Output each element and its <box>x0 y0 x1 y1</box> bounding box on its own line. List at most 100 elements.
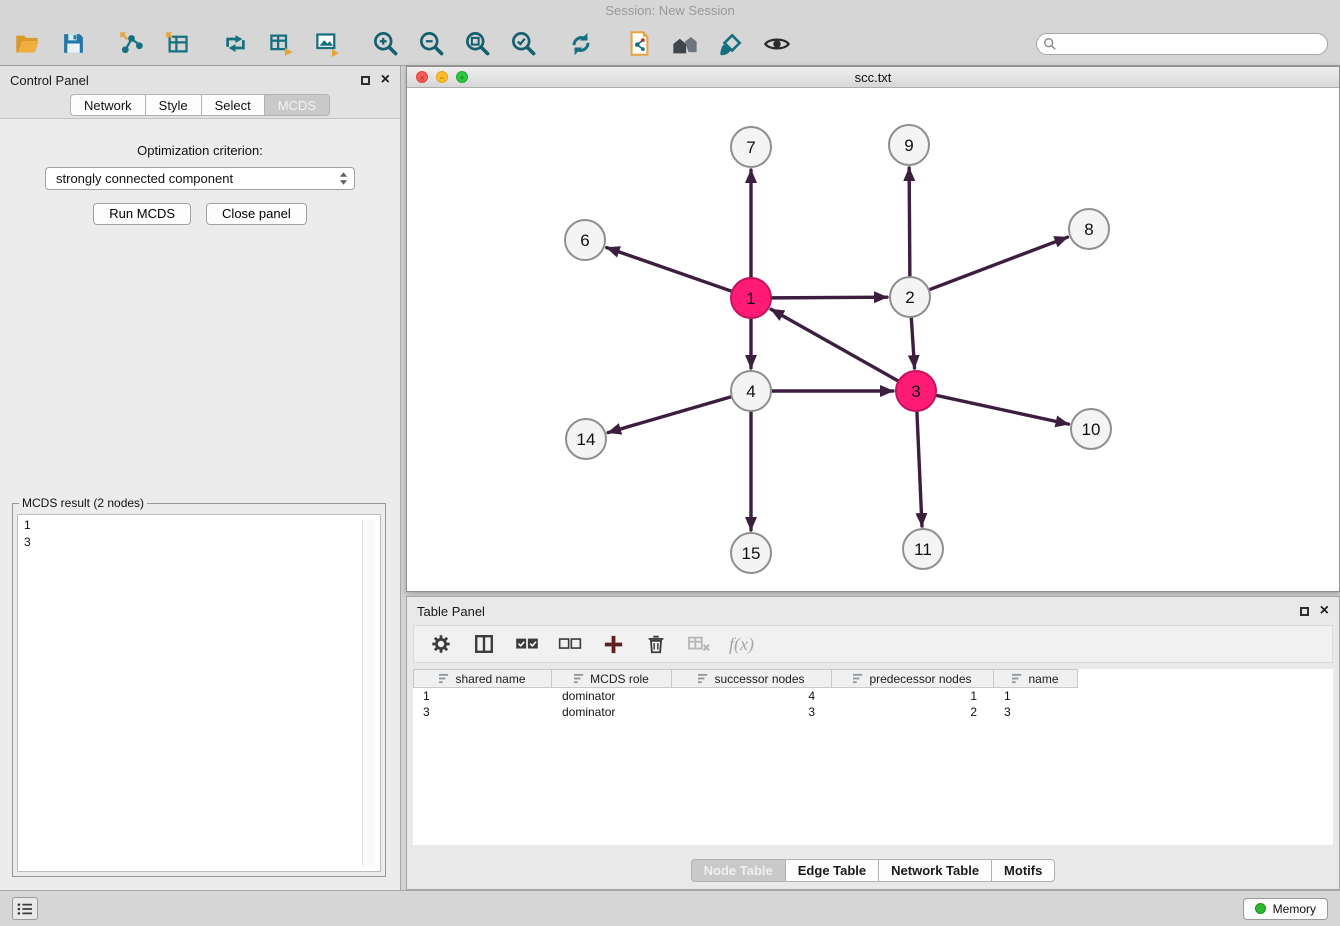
tab-edge-table[interactable]: Edge Table <box>785 859 878 882</box>
table-cell[interactable]: 4 <box>672 688 832 704</box>
table-cell[interactable]: 2 <box>832 704 994 720</box>
graph-edge-2-3[interactable] <box>911 318 914 368</box>
zoom-fit-button[interactable] <box>462 29 492 59</box>
criterion-select-value: strongly connected component <box>56 171 233 186</box>
close-panel-button[interactable]: Close panel <box>206 203 307 225</box>
show-details-button[interactable] <box>762 29 792 59</box>
graph-node-3[interactable]: 3 <box>896 371 936 411</box>
import-network-icon <box>118 30 145 57</box>
delete-table-button[interactable] <box>686 631 712 657</box>
search-input[interactable] <box>1036 33 1328 55</box>
apply-layout-button[interactable] <box>566 29 596 59</box>
tab-style[interactable]: Style <box>145 94 201 116</box>
node-label: 1 <box>746 289 755 308</box>
graph-edge-4-14[interactable] <box>608 397 731 433</box>
mcds-tab-content: Optimization criterion: strongly connect… <box>0 118 400 890</box>
graph-node-11[interactable]: 11 <box>903 529 943 569</box>
table-cell[interactable]: 1 <box>832 688 994 704</box>
column-header-MCDS-role[interactable]: MCDS role <box>552 669 672 688</box>
save-session-button[interactable] <box>58 29 88 59</box>
table-cell[interactable]: 3 <box>672 704 832 720</box>
graph-edge-1-6[interactable] <box>607 248 731 291</box>
new-network-button[interactable] <box>220 29 250 59</box>
close-table-panel-icon[interactable]: × <box>1320 605 1329 617</box>
float-table-panel-icon[interactable] <box>1300 607 1309 616</box>
select-all-columns-button[interactable] <box>514 631 540 657</box>
column-header-successor-nodes[interactable]: successor nodes <box>672 669 832 688</box>
graph-edge-1-2[interactable] <box>772 297 887 298</box>
graph-node-1[interactable]: 1 <box>731 278 771 318</box>
table-cell[interactable]: dominator <box>552 688 672 704</box>
tab-node-table[interactable]: Node Table <box>691 859 785 882</box>
mcds-result-list[interactable]: 13 <box>17 514 381 872</box>
clone-network-button[interactable] <box>624 29 654 59</box>
network-view-window: × − + scc.txt 7 9 6 8 1 2 4 3 14 10 15 11 <box>406 66 1340 592</box>
table-cell[interactable]: 1 <box>413 688 552 704</box>
table-settings-button[interactable] <box>428 631 454 657</box>
session-tool-group <box>12 29 88 59</box>
open-session-button[interactable] <box>12 29 42 59</box>
float-panel-icon[interactable] <box>361 76 370 85</box>
column-header-shared-name[interactable]: shared name <box>413 669 552 688</box>
import-network-button[interactable] <box>116 29 146 59</box>
memory-button[interactable]: Memory <box>1243 898 1328 920</box>
sort-icon <box>853 673 864 684</box>
network-canvas[interactable]: 7 9 6 8 1 2 4 3 14 10 15 11 <box>407 88 1339 591</box>
task-history-button[interactable] <box>12 897 38 920</box>
table-toolbar: f(x) <box>413 625 1333 663</box>
graph-edge-3-10[interactable] <box>937 395 1069 424</box>
graph-node-10[interactable]: 10 <box>1071 409 1111 449</box>
maximize-window-button[interactable]: + <box>456 71 468 83</box>
minimize-window-button[interactable]: − <box>436 71 448 83</box>
show-columns-button[interactable] <box>471 631 497 657</box>
graph-node-2[interactable]: 2 <box>890 277 930 317</box>
table-cell[interactable]: 3 <box>994 704 1078 720</box>
import-table-button[interactable] <box>162 29 192 59</box>
tab-network[interactable]: Network <box>70 94 145 116</box>
graph-node-6[interactable]: 6 <box>565 220 605 260</box>
table-row[interactable]: 3dominator323 <box>413 704 1333 720</box>
criterion-select[interactable]: strongly connected component <box>45 167 355 190</box>
delete-column-button[interactable] <box>643 631 669 657</box>
style-brush-button[interactable] <box>716 29 746 59</box>
function-builder-button[interactable]: f(x) <box>729 631 754 657</box>
close-panel-icon[interactable]: × <box>381 74 390 86</box>
table-cell[interactable]: dominator <box>552 704 672 720</box>
graph-node-9[interactable]: 9 <box>889 125 929 165</box>
graph-edge-3-1[interactable] <box>771 309 898 380</box>
graph-node-8[interactable]: 8 <box>1069 209 1109 249</box>
run-mcds-button[interactable]: Run MCDS <box>93 203 191 225</box>
tab-mcds[interactable]: MCDS <box>264 94 330 116</box>
graph-node-4[interactable]: 4 <box>731 371 771 411</box>
close-window-button[interactable]: × <box>416 71 428 83</box>
graph-edge-3-11[interactable] <box>917 412 922 526</box>
graph-node-7[interactable]: 7 <box>731 127 771 167</box>
table-cell[interactable]: 3 <box>413 704 552 720</box>
network-window-titlebar: × − + scc.txt <box>407 67 1339 88</box>
graph-node-15[interactable]: 15 <box>731 533 771 573</box>
folder-open-icon <box>14 30 41 57</box>
table-row[interactable]: 1dominator411 <box>413 688 1333 704</box>
zoom-selected-button[interactable] <box>508 29 538 59</box>
export-image-button[interactable] <box>312 29 342 59</box>
tab-select[interactable]: Select <box>201 94 264 116</box>
node-label: 10 <box>1082 420 1101 439</box>
tab-motifs[interactable]: Motifs <box>991 859 1055 882</box>
zoom-out-button[interactable] <box>416 29 446 59</box>
table-cell[interactable]: 1 <box>994 688 1078 704</box>
table-panel-title: Table Panel <box>417 604 485 619</box>
zoom-in-button[interactable] <box>370 29 400 59</box>
graph-edge-2-8[interactable] <box>930 237 1068 289</box>
home-button[interactable] <box>670 29 700 59</box>
tab-network-table[interactable]: Network Table <box>878 859 991 882</box>
column-header-name[interactable]: name <box>994 669 1078 688</box>
deselect-all-columns-button[interactable] <box>557 631 583 657</box>
search-field-wrap <box>1036 33 1328 55</box>
result-scrollbar[interactable] <box>362 520 375 866</box>
create-column-button[interactable] <box>600 631 626 657</box>
graph-node-14[interactable]: 14 <box>566 419 606 459</box>
column-header-predecessor-nodes[interactable]: predecessor nodes <box>832 669 994 688</box>
save-icon <box>61 31 86 56</box>
graph-edge-2-9[interactable] <box>909 168 910 276</box>
export-table-button[interactable] <box>266 29 296 59</box>
